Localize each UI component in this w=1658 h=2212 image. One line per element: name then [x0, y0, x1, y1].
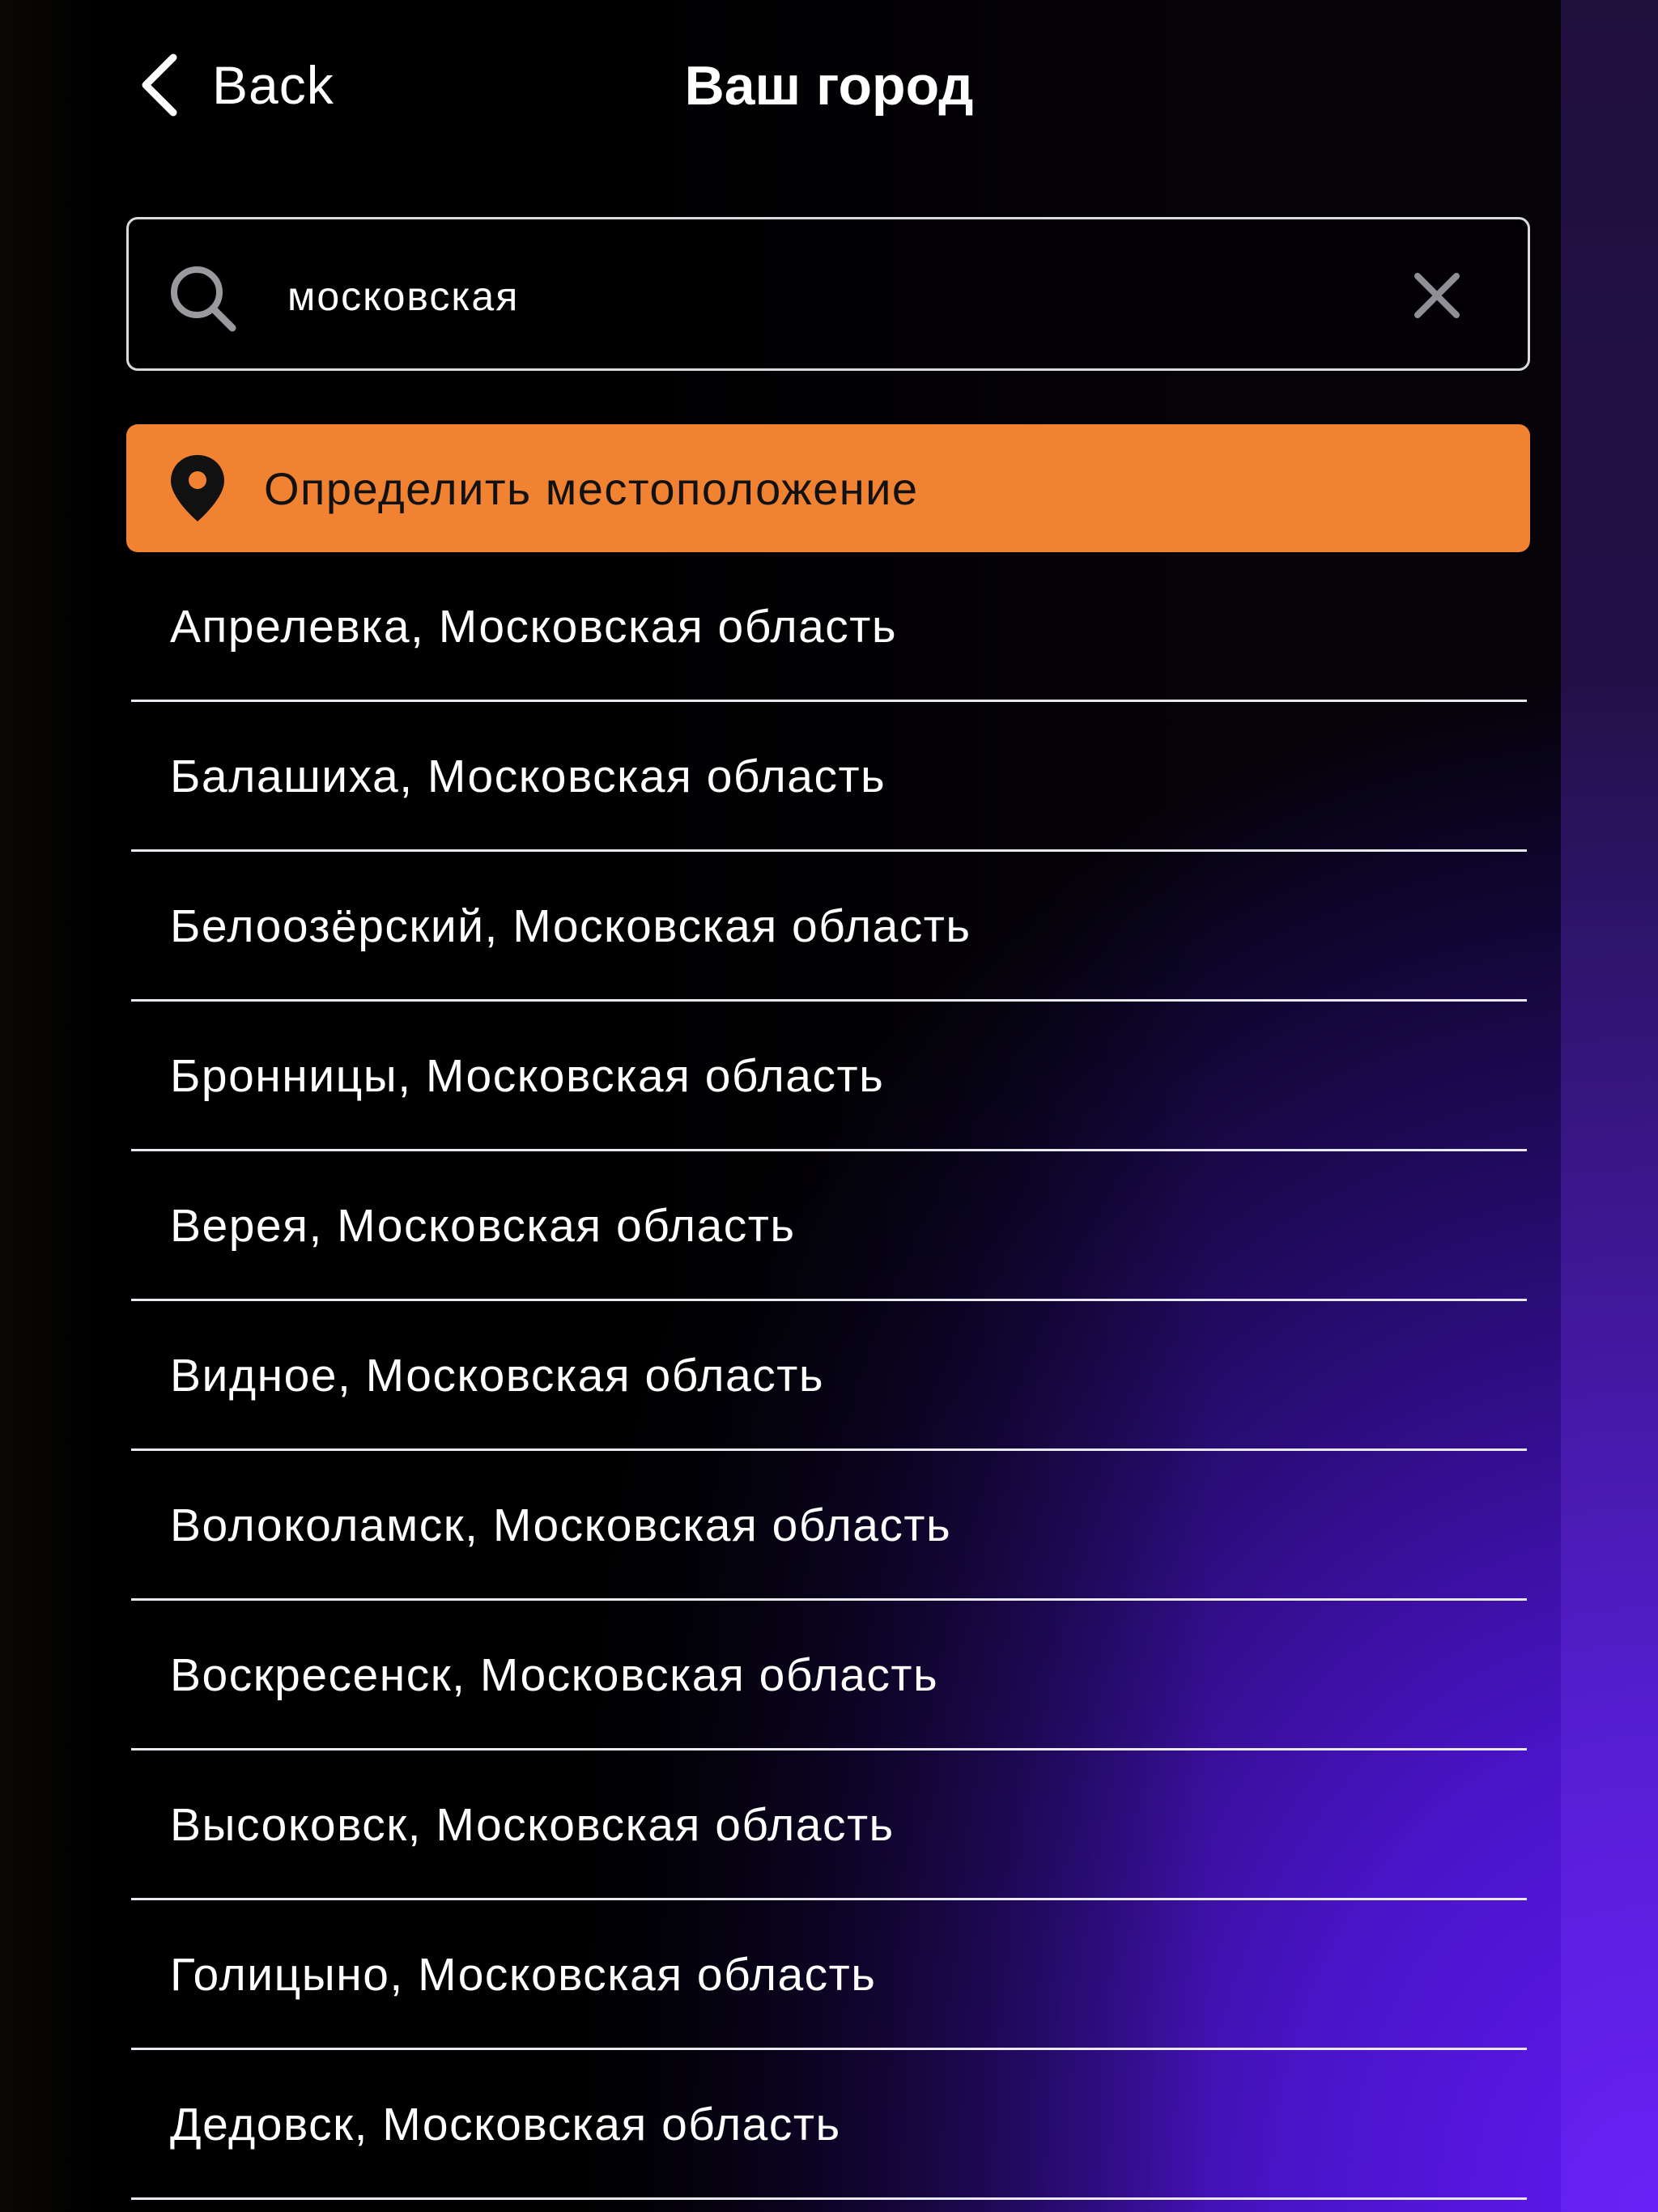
- search-box[interactable]: [126, 217, 1530, 371]
- city-list-item[interactable]: Высоковск, Московская область: [131, 1750, 1527, 1900]
- city-list-item[interactable]: Дедовск, Московская область: [131, 2050, 1527, 2200]
- city-list: Апрелевка, Московская область Балашиха, …: [131, 552, 1527, 2200]
- city-label: Высоковск, Московская область: [170, 1798, 895, 1851]
- map-pin-icon: [171, 455, 224, 521]
- city-label: Видное, Московская область: [170, 1349, 825, 1402]
- city-list-item[interactable]: Апрелевка, Московская область: [131, 552, 1527, 702]
- page-title: Ваш город: [684, 55, 974, 117]
- city-label: Балашиха, Московская область: [170, 750, 886, 802]
- city-label: Бронницы, Московская область: [170, 1049, 885, 1102]
- city-label: Воскресенск, Московская область: [170, 1648, 939, 1701]
- city-list-item[interactable]: Видное, Московская область: [131, 1301, 1527, 1451]
- city-list-item[interactable]: Голицыно, Московская область: [131, 1900, 1527, 2050]
- city-list-item[interactable]: Белоозёрский, Московская область: [131, 852, 1527, 1002]
- city-list-item[interactable]: Волоколамск, Московская область: [131, 1451, 1527, 1601]
- city-list-item[interactable]: Балашиха, Московская область: [131, 702, 1527, 852]
- search-input[interactable]: [287, 252, 1340, 341]
- city-list-item[interactable]: Бронницы, Московская область: [131, 1002, 1527, 1151]
- city-label: Белоозёрский, Московская область: [170, 900, 971, 952]
- city-list-item[interactable]: Воскресенск, Московская область: [131, 1601, 1527, 1750]
- locate-label: Определить местоположение: [264, 462, 919, 514]
- city-label: Апрелевка, Московская область: [170, 600, 898, 653]
- city-label: Дедовск, Московская область: [170, 2098, 841, 2150]
- locate-button[interactable]: Определить местоположение: [126, 424, 1530, 552]
- city-label: Волоколамск, Московская область: [170, 1499, 952, 1551]
- search-icon: [171, 266, 236, 332]
- close-icon[interactable]: [1411, 270, 1463, 321]
- city-label: Верея, Московская область: [170, 1199, 796, 1252]
- city-select-screen: Back Ваш город Определить местоположение…: [0, 0, 1658, 2212]
- city-list-item[interactable]: Верея, Московская область: [131, 1151, 1527, 1301]
- city-label: Голицыно, Московская область: [170, 1948, 877, 2001]
